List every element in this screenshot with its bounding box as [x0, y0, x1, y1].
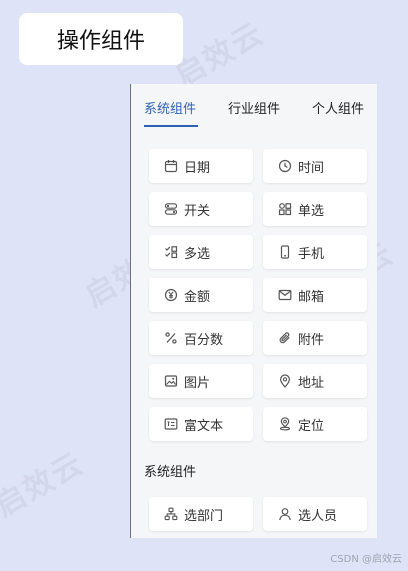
yen-icon	[164, 288, 178, 302]
component-item-3[interactable]: 开关	[149, 192, 253, 226]
clock-icon	[278, 159, 292, 173]
component-label: 富文本	[184, 418, 224, 434]
pin-icon	[278, 417, 292, 431]
radio-icon	[278, 202, 292, 216]
component-label: 开关	[184, 203, 211, 219]
phone-icon	[278, 245, 292, 259]
component-item-9[interactable]: 百分数	[149, 321, 253, 355]
component-label: 地址	[298, 375, 325, 391]
component-item-10[interactable]: 附件	[263, 321, 367, 355]
component-item-2[interactable]: 选人员	[263, 497, 367, 531]
active-tab-indicator	[144, 125, 198, 127]
component-item-5[interactable]: 多选	[149, 235, 253, 269]
component-label: 附件	[298, 332, 325, 348]
rich-text-icon	[164, 417, 178, 431]
component-item-6[interactable]: 手机	[263, 235, 367, 269]
component-label: 金额	[184, 289, 211, 305]
image-icon	[164, 374, 178, 388]
component-item-1[interactable]: 选部门	[149, 497, 253, 531]
department-icon	[164, 507, 178, 521]
component-item-11[interactable]: 图片	[149, 364, 253, 398]
component-item-8[interactable]: 邮箱	[263, 278, 367, 312]
calendar-icon	[164, 159, 178, 173]
tab-industry[interactable]: 行业组件	[228, 98, 280, 117]
component-panel: 系统组件 行业组件 个人组件 日期 时间开关 单选多选 手机金额 邮箱百分数 附件图片 地址…	[130, 84, 377, 538]
component-item-4[interactable]: 单选	[263, 192, 367, 226]
component-item-12[interactable]: 地址	[263, 364, 367, 398]
tab-system[interactable]: 系统组件	[144, 98, 196, 117]
component-label: 日期	[184, 160, 211, 176]
percent-icon	[164, 331, 178, 345]
component-item-13[interactable]: 富文本	[149, 407, 253, 441]
component-label: 邮箱	[298, 289, 325, 305]
component-label: 选部门	[184, 508, 224, 524]
tab-personal[interactable]: 个人组件	[312, 98, 364, 117]
component-label: 单选	[298, 203, 325, 219]
component-label: 定位	[298, 418, 325, 434]
component-item-7[interactable]: 金额	[149, 278, 253, 312]
component-label: 时间	[298, 160, 325, 176]
component-label: 手机	[298, 246, 325, 262]
checkbox-icon	[164, 245, 178, 259]
section-title: 系统组件	[144, 465, 197, 480]
page-title: 操作组件	[19, 13, 183, 65]
component-item-2[interactable]: 时间	[263, 149, 367, 183]
component-item-1[interactable]: 日期	[149, 149, 253, 183]
component-label: 多选	[184, 246, 211, 262]
watermark: 启效云	[0, 445, 91, 525]
component-label: 选人员	[298, 508, 338, 524]
component-item-14[interactable]: 定位	[263, 407, 367, 441]
switch-icon	[164, 202, 178, 216]
credit-text: CSDN @启效云	[330, 554, 402, 565]
mail-icon	[278, 288, 292, 302]
paperclip-icon	[278, 331, 292, 345]
component-label: 图片	[184, 375, 211, 391]
component-label: 百分数	[184, 332, 224, 348]
tab-bar: 系统组件 行业组件 个人组件	[131, 84, 377, 128]
person-icon	[278, 507, 292, 521]
location-icon	[278, 374, 292, 388]
